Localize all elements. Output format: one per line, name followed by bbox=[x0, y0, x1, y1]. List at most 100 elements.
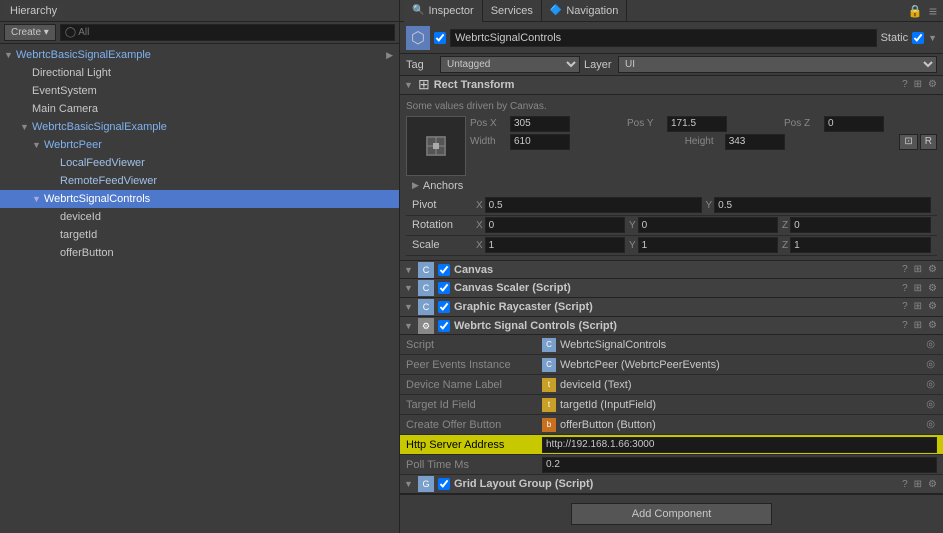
peer-events-picker-btn[interactable]: ◎ bbox=[924, 359, 937, 370]
tab-services[interactable]: Services bbox=[483, 0, 542, 22]
add-component-button[interactable]: Add Component bbox=[571, 503, 773, 525]
rect-gear-btn[interactable]: ⚙ bbox=[926, 79, 939, 90]
layer-select[interactable]: UI bbox=[618, 56, 937, 73]
hierarchy-item-target-id[interactable]: targetId bbox=[0, 226, 399, 244]
webrtc-grid-btn[interactable]: ⊞ bbox=[912, 320, 924, 331]
canvas-gear-btn[interactable]: ⚙ bbox=[926, 264, 939, 275]
scaler-info-btn[interactable]: ? bbox=[900, 283, 910, 294]
scaler-grid-btn[interactable]: ⊞ bbox=[912, 283, 924, 294]
hierarchy-tab[interactable]: Hierarchy bbox=[4, 3, 63, 19]
grid-grid-btn[interactable]: ⊞ bbox=[912, 479, 924, 490]
pivot-row: Pivot X Y bbox=[406, 196, 937, 216]
http-server-input[interactable] bbox=[542, 437, 937, 453]
pos-x-input[interactable] bbox=[510, 116, 570, 132]
rotation-row: Rotation X Y Z bbox=[406, 216, 937, 236]
create-offer-picker-btn[interactable]: ◎ bbox=[924, 419, 937, 430]
add-component-bar: Add Component bbox=[400, 494, 943, 533]
anchors-row[interactable]: ▶ Anchors bbox=[406, 176, 937, 196]
graphic-gear-btn[interactable]: ⚙ bbox=[926, 301, 939, 312]
hierarchy-item-offer-button[interactable]: offerButton bbox=[0, 244, 399, 262]
grid-layout-header[interactable]: ▼ G Grid Layout Group (Script) ? ⊞ ⚙ bbox=[400, 475, 943, 494]
device-name-picker-btn[interactable]: ◎ bbox=[924, 379, 937, 390]
hierarchy-panel: Hierarchy Create ▾ ▼ WebrtcBasicSignalEx… bbox=[0, 0, 400, 533]
static-dropdown-icon[interactable]: ▼ bbox=[928, 33, 937, 43]
r-reset-btn[interactable]: R bbox=[920, 134, 937, 150]
pos-z-label: Pos Z bbox=[784, 118, 822, 129]
width-input[interactable] bbox=[510, 134, 570, 150]
anchor-box[interactable] bbox=[406, 116, 466, 176]
target-id-label: Target Id Field bbox=[406, 399, 536, 411]
device-name-text: deviceId (Text) bbox=[560, 379, 632, 391]
canvas-enabled-checkbox[interactable] bbox=[438, 264, 450, 276]
device-name-label: Device Name Label bbox=[406, 379, 536, 391]
arrow-icon: ▼ bbox=[4, 50, 16, 60]
pos-y-input[interactable] bbox=[667, 116, 727, 132]
pos-z-input[interactable] bbox=[824, 116, 884, 132]
grid-info-btn[interactable]: ? bbox=[900, 479, 910, 490]
height-input[interactable] bbox=[725, 134, 785, 150]
rot-x-input[interactable] bbox=[485, 217, 625, 233]
webrtc-signal-checkbox[interactable] bbox=[438, 320, 450, 332]
pivot-x-input[interactable] bbox=[485, 197, 702, 213]
blueprint-btn[interactable]: ⊡ bbox=[899, 134, 917, 150]
canvas-scaler-checkbox[interactable] bbox=[438, 282, 450, 294]
canvas-scaler-btns: ? ⊞ ⚙ bbox=[900, 283, 939, 294]
scale-z-input[interactable] bbox=[790, 237, 931, 253]
webrtc-signal-icon: ⚙ bbox=[418, 318, 434, 334]
webrtc-info-btn[interactable]: ? bbox=[900, 320, 910, 331]
tag-select[interactable]: Untagged bbox=[440, 56, 580, 73]
rot-z-input[interactable] bbox=[790, 217, 931, 233]
create-button[interactable]: Create ▾ bbox=[4, 24, 56, 41]
hierarchy-item-device-id[interactable]: deviceId bbox=[0, 208, 399, 226]
hierarchy-item-webrtc-peer[interactable]: ▼ WebrtcPeer bbox=[0, 136, 399, 154]
scaler-gear-btn[interactable]: ⚙ bbox=[926, 283, 939, 294]
canvas-grid-btn[interactable]: ⊞ bbox=[912, 264, 924, 275]
hierarchy-label: targetId bbox=[60, 229, 97, 241]
section-buttons: ? ⊞ ⚙ bbox=[900, 79, 939, 90]
http-server-value bbox=[542, 437, 937, 453]
hierarchy-item-webrtc-basic[interactable]: ▼ WebrtcBasicSignalExample ▶ bbox=[0, 46, 399, 64]
tab-navigation[interactable]: 🔷 Navigation bbox=[542, 0, 627, 22]
graphic-checkbox[interactable] bbox=[438, 301, 450, 313]
hierarchy-item-local-feed[interactable]: LocalFeedViewer bbox=[0, 154, 399, 172]
menu-icon[interactable]: ≡ bbox=[927, 3, 939, 19]
object-name-input[interactable] bbox=[450, 29, 877, 47]
tab-inspector[interactable]: 🔍 Inspector bbox=[404, 0, 483, 22]
arrow-icon: ▼ bbox=[20, 122, 32, 132]
rect-grid-btn[interactable]: ⊞ bbox=[912, 79, 924, 90]
graphic-raycaster-header[interactable]: ▼ C Graphic Raycaster (Script) ? ⊞ ⚙ bbox=[400, 298, 943, 317]
rect-info-btn[interactable]: ? bbox=[900, 79, 910, 90]
lock-icon[interactable]: 🔒 bbox=[904, 4, 927, 18]
active-checkbox[interactable] bbox=[434, 32, 446, 44]
canvas-section-header[interactable]: ▼ C Canvas ? ⊞ ⚙ bbox=[400, 261, 943, 280]
graphic-info-btn[interactable]: ? bbox=[900, 301, 910, 312]
canvas-info-btn[interactable]: ? bbox=[900, 264, 910, 275]
webrtc-signal-header[interactable]: ▼ ⚙ Webrtc Signal Controls (Script) ? ⊞ … bbox=[400, 317, 943, 336]
hierarchy-label: WebrtcSignalControls bbox=[44, 193, 150, 205]
scale-label: Scale bbox=[412, 239, 472, 251]
hierarchy-item-event-system[interactable]: EventSystem bbox=[0, 82, 399, 100]
grid-layout-checkbox[interactable] bbox=[438, 478, 450, 490]
rot-y-input[interactable] bbox=[638, 217, 778, 233]
scale-x-input[interactable] bbox=[485, 237, 625, 253]
script-picker-btn[interactable]: ◎ bbox=[924, 339, 937, 350]
hierarchy-item-directional-light[interactable]: Directional Light bbox=[0, 64, 399, 82]
hierarchy-item-remote-feed[interactable]: RemoteFeedViewer bbox=[0, 172, 399, 190]
hierarchy-item-signal-controls[interactable]: ▼ WebrtcSignalControls bbox=[0, 190, 399, 208]
hierarchy-label: deviceId bbox=[60, 211, 101, 223]
webrtc-gear-btn[interactable]: ⚙ bbox=[926, 320, 939, 331]
rect-transform-section-header[interactable]: ▼ ⊞ Rect Transform ? ⊞ ⚙ bbox=[400, 76, 943, 95]
grid-gear-btn[interactable]: ⚙ bbox=[926, 479, 939, 490]
target-id-picker-btn[interactable]: ◎ bbox=[924, 399, 937, 410]
search-input[interactable] bbox=[60, 24, 395, 41]
hierarchy-item-main-camera[interactable]: Main Camera bbox=[0, 100, 399, 118]
poll-time-input[interactable] bbox=[542, 457, 937, 473]
pivot-y-input[interactable] bbox=[714, 197, 931, 213]
canvas-scaler-header[interactable]: ▼ C Canvas Scaler (Script) ? ⊞ ⚙ bbox=[400, 279, 943, 298]
hierarchy-item-webrtc-basic2[interactable]: ▼ WebrtcBasicSignalExample bbox=[0, 118, 399, 136]
static-checkbox[interactable] bbox=[912, 32, 924, 44]
rect-transform-icon: ⊞ bbox=[418, 76, 430, 93]
pos-x-label: Pos X bbox=[470, 118, 508, 129]
graphic-grid-btn[interactable]: ⊞ bbox=[912, 301, 924, 312]
scale-y-input[interactable] bbox=[638, 237, 778, 253]
